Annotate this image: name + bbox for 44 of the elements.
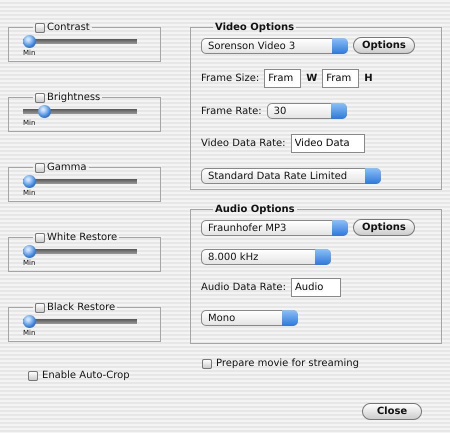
width-field[interactable]: Fram [264,69,302,88]
codec-popup[interactable]: Sorenson Video 3 [201,38,348,54]
checkbox[interactable] [35,162,45,172]
slider-thumb[interactable] [23,175,36,188]
slider-track[interactable] [23,245,137,258]
checkbox-label: Enable Auto-Crop [42,370,130,381]
checkbox-label: Black Restore [47,302,116,313]
field-label: Frame Rate: [201,106,262,116]
checkbox-label: Brightness [47,92,100,103]
unit-label: W [306,73,318,84]
slider-track[interactable] [23,175,137,188]
codec-popup[interactable]: Fraunhofer MP3 [201,220,348,236]
data-rate-field[interactable]: Audio [290,278,341,297]
field-label: Video Data Rate: [201,138,286,149]
sample-rate-popup[interactable]: 8.000 kHz [201,249,331,265]
checkbox[interactable] [35,232,45,242]
checkbox[interactable] [28,370,38,380]
slider-thumb[interactable] [23,315,36,328]
slider-thumb[interactable] [23,245,36,258]
checkbox[interactable] [35,22,45,32]
checkbox[interactable] [202,358,212,368]
checkbox[interactable] [35,302,45,312]
checkbox-label: Prepare movie for streaming [216,358,359,369]
group-title: Audio Options [214,204,296,215]
options-button[interactable]: Options [353,219,415,236]
field-label: Audio Data Rate: [201,282,286,293]
data-rate-field[interactable]: Video Data [290,134,365,153]
slider-thumb[interactable] [23,35,36,48]
slider-track[interactable] [23,35,137,48]
close-button[interactable]: Close [362,403,422,420]
slider-thumb[interactable] [38,105,52,118]
data-rate-mode-popup[interactable]: Standard Data Rate Limited [201,168,381,184]
checkbox-label: Contrast [47,22,90,33]
checkbox-label: White Restore [47,232,118,243]
group-title: Video Options [214,22,296,33]
checkbox-label: Gamma [47,162,86,173]
channels-popup[interactable]: Mono [201,310,298,326]
frame-rate-popup[interactable]: 30 [266,103,347,119]
options-button[interactable]: Options [353,37,415,54]
height-field[interactable]: Fram [322,69,360,88]
unit-label: H [364,73,373,84]
slider-track[interactable] [23,315,137,328]
checkbox[interactable] [35,92,45,102]
field-label: Frame Size: [201,73,260,84]
